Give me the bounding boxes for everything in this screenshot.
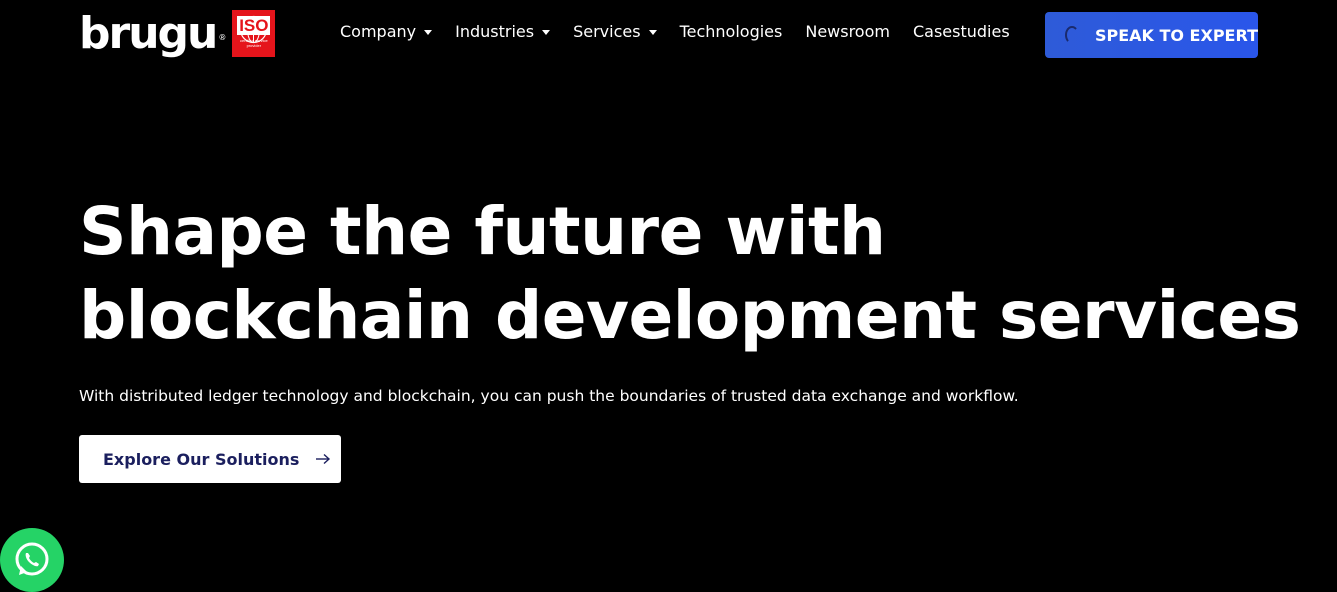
nav-item-label: Services xyxy=(573,21,641,41)
brand-logo-group[interactable]: brugu ® ISO certified service provider xyxy=(79,8,276,59)
chevron-down-icon xyxy=(648,29,657,35)
nav-item-services[interactable]: Services xyxy=(573,21,657,41)
chevron-down-icon xyxy=(424,29,433,35)
registered-mark: ® xyxy=(218,33,227,42)
explore-solutions-button[interactable]: Explore Our Solutions xyxy=(79,435,341,483)
nav-item-technologies[interactable]: Technologies xyxy=(680,22,783,41)
iso-label: ISO xyxy=(237,15,271,35)
nav-item-industries[interactable]: Industries xyxy=(455,21,551,41)
nav-item-label: Technologies xyxy=(679,21,783,41)
whatsapp-icon xyxy=(15,542,49,576)
page: brugu ® ISO certified service provider C… xyxy=(0,0,1337,592)
nav-item-company[interactable]: Company xyxy=(340,21,433,41)
chevron-down-icon xyxy=(542,29,551,35)
nav-item-label: Company xyxy=(340,21,417,41)
cta-label: SPEAK TO EXPERT xyxy=(1094,25,1258,45)
hero-title-line-1: Shape the future with xyxy=(79,193,886,270)
arrow-right-icon xyxy=(315,453,331,465)
hero-title: Shape the future with blockchain develop… xyxy=(79,190,1301,358)
whatsapp-chat-button[interactable] xyxy=(0,528,64,592)
hero-subtitle: With distributed ledger technology and b… xyxy=(79,387,1019,405)
speak-to-expert-button[interactable]: SPEAK TO EXPERT xyxy=(1045,12,1258,58)
iso-badge: ISO certified service provider xyxy=(232,10,276,57)
iso-subtext: certified service provider xyxy=(239,37,268,48)
explore-button-label: Explore Our Solutions xyxy=(103,449,300,469)
loading-spinner-icon xyxy=(1065,26,1079,44)
nav-item-casestudies[interactable]: Casestudies xyxy=(913,22,1010,41)
hero-title-line-2: blockchain development services xyxy=(79,277,1301,354)
brand-logo[interactable]: brugu ® xyxy=(79,8,226,59)
nav-item-label: Casestudies xyxy=(912,21,1010,41)
nav-item-label: Industries xyxy=(455,21,535,41)
main-nav: Company Industries Services Technologies… xyxy=(340,19,1033,43)
nav-item-label: Newsroom xyxy=(805,21,890,41)
brand-logo-text: brugu xyxy=(79,8,218,59)
nav-item-newsroom[interactable]: Newsroom xyxy=(805,22,890,41)
